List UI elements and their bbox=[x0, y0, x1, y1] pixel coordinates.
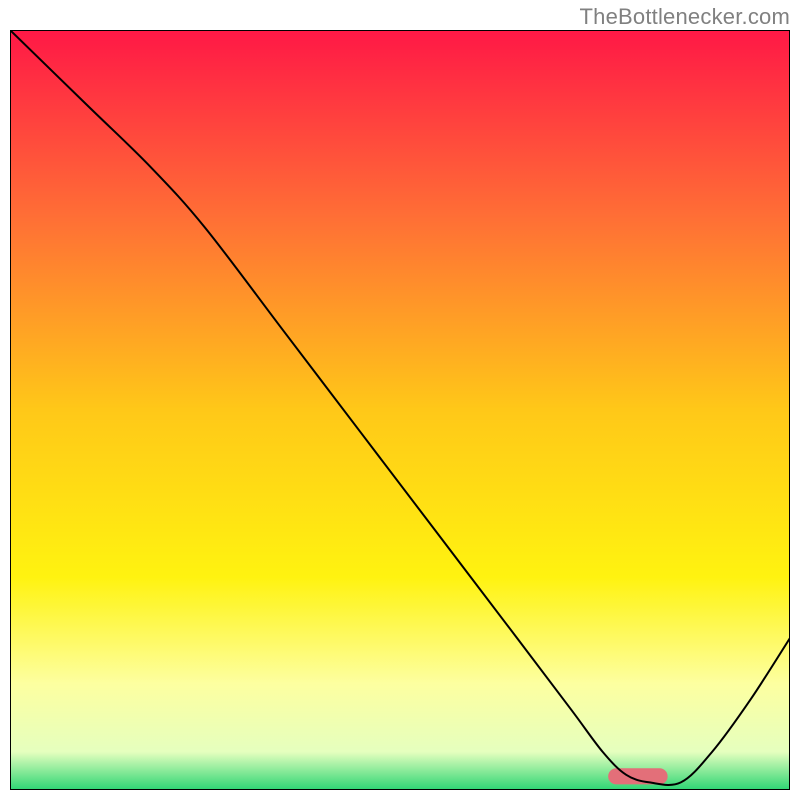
chart-container bbox=[10, 30, 790, 790]
markers-layer bbox=[609, 769, 668, 784]
optimal-range-marker bbox=[609, 769, 668, 784]
bottleneck-chart bbox=[10, 30, 790, 790]
watermark-text: TheBottlenecker.com bbox=[580, 4, 790, 30]
